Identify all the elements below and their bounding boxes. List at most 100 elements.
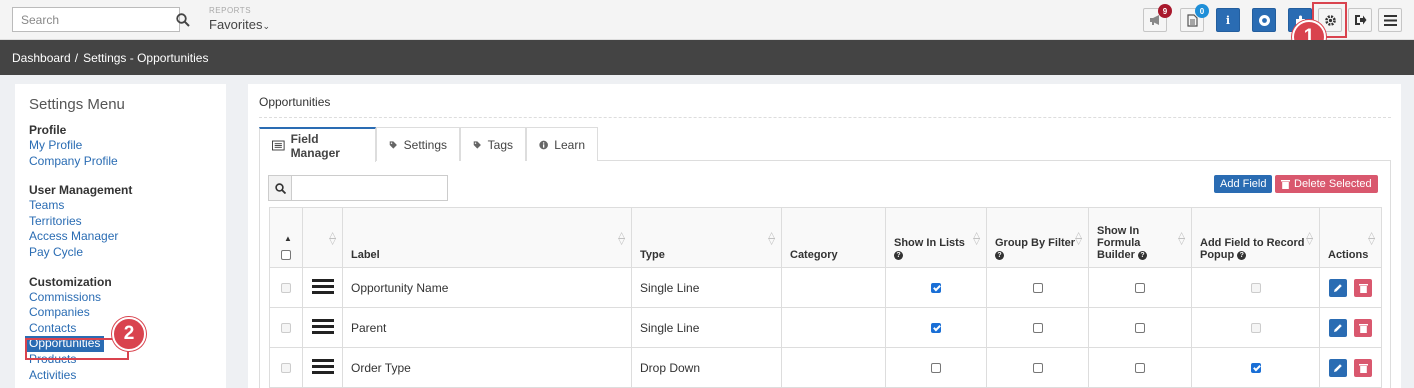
help-icon[interactable]: ?: [894, 250, 903, 260]
delete-button[interactable]: [1354, 318, 1372, 337]
delete-selected-button[interactable]: Delete Selected: [1275, 175, 1378, 193]
actions-cell: [1319, 347, 1382, 388]
sidebar-item-company-profile[interactable]: Company Profile: [29, 154, 226, 170]
sidebar-item-territories[interactable]: Territories: [29, 214, 226, 230]
sort-icon[interactable]: △ ▽: [1075, 231, 1082, 246]
notifications-button[interactable]: 9: [1143, 4, 1172, 32]
edit-button[interactable]: [1329, 278, 1347, 297]
info-button[interactable]: i: [1216, 8, 1240, 32]
category-column-header[interactable]: Category: [781, 207, 886, 268]
column-label: Type: [640, 249, 665, 261]
favorites-label: Favorites: [209, 17, 263, 32]
sidebar-item-access-manager[interactable]: Access Manager: [29, 229, 226, 245]
field-search[interactable]: [268, 175, 448, 201]
delete-button[interactable]: [1354, 278, 1372, 297]
edit-button[interactable]: [1329, 318, 1347, 337]
tab-label: Learn: [554, 137, 585, 152]
sort-icon[interactable]: △ ▽: [618, 231, 625, 246]
edit-button[interactable]: [1329, 358, 1347, 377]
info-icon: i: [1225, 13, 1231, 27]
sort-icon[interactable]: △ ▽: [329, 231, 336, 246]
formula-builder-checkbox[interactable]: [1135, 323, 1145, 334]
row-select-cell: [269, 267, 303, 308]
column-label: Show In: [1097, 225, 1140, 237]
formula-builder-cell: [1088, 307, 1192, 348]
help-icon[interactable]: ?: [995, 250, 1004, 260]
popup-checkbox[interactable]: [1250, 363, 1261, 374]
label-cell: Opportunity Name: [342, 267, 632, 308]
main-panel: Opportunities Field Manager Settings Tag…: [248, 84, 1401, 388]
search-icon[interactable]: [269, 176, 292, 200]
label-column-header[interactable]: Label △ ▽: [342, 207, 632, 268]
sidebar-item-commissions[interactable]: Commissions: [29, 290, 226, 306]
add-field-button[interactable]: Add Field: [1214, 175, 1273, 193]
page-title: Opportunities: [259, 95, 331, 109]
group-by-filter-checkbox[interactable]: [1032, 283, 1043, 294]
sign-out-icon: [1354, 15, 1366, 25]
drag-handle-cell: [302, 267, 343, 308]
group-by-filter-cell: [986, 267, 1089, 308]
support-button[interactable]: [1252, 8, 1276, 32]
reports-menu[interactable]: REPORTS Favorites⌄: [209, 6, 270, 32]
delete-selected-label: Delete Selected: [1294, 178, 1372, 190]
popup-cell: [1191, 307, 1320, 348]
tab-field-manager[interactable]: Field Manager: [259, 127, 376, 162]
hamburger-menu-button[interactable]: [1378, 8, 1402, 32]
group-by-filter-checkbox[interactable]: [1032, 323, 1043, 334]
group-by-filter-column-header[interactable]: Group By Filter? △ ▽: [986, 207, 1089, 268]
label-cell: Order Type: [342, 347, 632, 388]
pencil-icon: [1334, 283, 1342, 292]
favorites-dropdown[interactable]: Favorites⌄: [209, 17, 270, 32]
sidebar-item-teams[interactable]: Teams: [29, 198, 226, 214]
drag-handle-icon[interactable]: [311, 356, 334, 377]
popup-column-header[interactable]: Add Field to Record Popup ? △ ▽: [1191, 207, 1320, 268]
help-icon[interactable]: ?: [1137, 250, 1147, 260]
tab-settings[interactable]: Settings: [376, 127, 460, 161]
global-search-input[interactable]: [13, 8, 176, 31]
show-in-lists-checkbox[interactable]: [931, 363, 941, 374]
sort-icon[interactable]: △ ▽: [768, 231, 775, 246]
formula-builder-checkbox[interactable]: [1135, 363, 1145, 374]
tab-tags[interactable]: Tags: [460, 127, 526, 161]
show-in-lists-column-header[interactable]: Show In Lists? △ ▽: [885, 207, 987, 268]
popup-checkbox: [1250, 283, 1261, 294]
sort-icon[interactable]: △ ▽: [1368, 231, 1375, 246]
documents-button[interactable]: 0: [1180, 4, 1209, 32]
top-bar: REPORTS Favorites⌄ 9 0 i: [0, 0, 1414, 40]
row-select-checkbox: [281, 363, 291, 374]
drag-handle-cell: [302, 347, 343, 388]
formula-builder-checkbox[interactable]: [1135, 283, 1145, 294]
lifebuoy-icon: [1258, 14, 1270, 26]
section-title: Customization: [29, 274, 112, 289]
sort-icon[interactable]: △ ▽: [1306, 231, 1313, 246]
tag-icon: [473, 140, 481, 149]
group-by-filter-checkbox[interactable]: [1032, 363, 1043, 374]
search-icon[interactable]: [176, 12, 190, 27]
drag-handle-icon[interactable]: [311, 276, 334, 297]
sidebar-item-pay-cycle[interactable]: Pay Cycle: [29, 245, 226, 261]
logout-button[interactable]: [1348, 8, 1372, 32]
breadcrumb-dashboard[interactable]: Dashboard: [12, 51, 71, 65]
documents-badge: 0: [1195, 4, 1209, 18]
formula-builder-column-header[interactable]: Show In Formula Builder ? △ ▽: [1088, 207, 1192, 268]
help-icon[interactable]: ?: [1237, 250, 1247, 260]
sidebar-item-activities[interactable]: Activities: [29, 368, 226, 384]
popup-cell: [1191, 267, 1320, 308]
table-header-row: ▲ △ ▽ Label △ ▽ Type △ ▽ Category Show In Lis…: [269, 207, 1382, 268]
sort-icon[interactable]: △ ▽: [973, 231, 980, 246]
category-cell: [781, 307, 886, 348]
tab-learn[interactable]: Learn: [526, 127, 598, 161]
type-column-header[interactable]: Type △ ▽: [631, 207, 782, 268]
show-in-lists-checkbox[interactable]: [931, 283, 941, 294]
sort-icon[interactable]: △ ▽: [1178, 231, 1185, 246]
field-search-input[interactable]: [292, 176, 447, 200]
trash-icon: [1281, 180, 1290, 189]
delete-button[interactable]: [1354, 358, 1372, 377]
sidebar-item-my-profile[interactable]: My Profile: [29, 138, 226, 154]
global-search[interactable]: [12, 7, 190, 32]
show-in-lists-checkbox[interactable]: [931, 323, 941, 334]
drag-handle-icon[interactable]: [311, 316, 334, 337]
column-label: Actions: [1328, 249, 1369, 261]
column-label: Group By Filter: [995, 237, 1076, 249]
select-all-checkbox[interactable]: [281, 250, 291, 261]
